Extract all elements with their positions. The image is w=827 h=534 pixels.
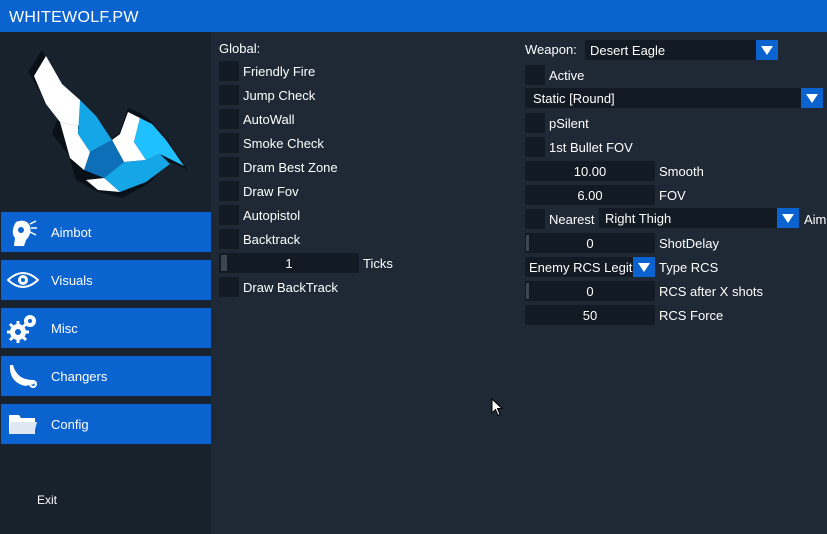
psilent-checkbox[interactable] [525, 113, 545, 133]
folder-icon [1, 404, 45, 444]
weapon-label: Weapon: [525, 42, 577, 57]
aimbot-head-icon [1, 212, 45, 252]
fov-value: 6.00 [577, 188, 603, 203]
sidebar-item-label: Misc [51, 320, 78, 336]
sidebar-item-label: Config [51, 416, 89, 432]
main-panel: Global: Friendly Fire Jump Check AutoWal… [211, 32, 827, 534]
autopistol-checkbox[interactable] [219, 205, 239, 225]
rcs-type-label: Type RCS [659, 260, 719, 275]
smoke-check-checkbox[interactable] [219, 133, 239, 153]
nearest-checkbox[interactable] [525, 209, 545, 229]
gears-icon [1, 308, 45, 348]
draw-fov-checkbox[interactable] [219, 181, 239, 201]
jump-check-label: Jump Check [243, 88, 316, 103]
friendly-fire-checkbox[interactable] [219, 61, 239, 81]
autopistol-label: Autopistol [243, 208, 301, 223]
sidebar-item-label: Changers [51, 368, 108, 384]
chevron-down-icon[interactable] [801, 88, 823, 108]
sidebar-item-label: Aimbot [51, 224, 92, 240]
exit-button[interactable]: Exit [37, 493, 57, 507]
fov-label: FOV [659, 188, 686, 203]
rcs-force-label: RCS Force [659, 308, 724, 323]
backtrack-checkbox[interactable] [219, 229, 239, 249]
smooth-value: 10.00 [573, 164, 607, 179]
hitbox-selected: Right Thigh [605, 211, 672, 226]
smoke-check-label: Smoke Check [243, 136, 324, 151]
global-heading: Global: [219, 41, 261, 56]
jump-check-checkbox[interactable] [219, 85, 239, 105]
draw-backtrack-checkbox[interactable] [219, 277, 239, 297]
sidebar: Aimbot Visuals Misc Changers Config Exit [0, 32, 211, 534]
rcs-after-shots-label: RCS after X shots [659, 284, 764, 299]
fov-slider[interactable]: 6.00 [525, 185, 655, 205]
ticks-label: Ticks [363, 256, 393, 271]
dram-best-zone-checkbox[interactable] [219, 157, 239, 177]
shot-delay-slider[interactable]: 0 [525, 233, 655, 253]
smooth-label: Smooth [659, 164, 704, 179]
hitbox-select[interactable]: Right Thigh [599, 208, 799, 228]
ticks-value: 1 [285, 256, 293, 271]
rcs-force-value: 50 [582, 308, 598, 323]
chevron-down-icon[interactable] [756, 40, 778, 60]
smooth-slider[interactable]: 10.00 [525, 161, 655, 181]
autowall-label: AutoWall [243, 112, 295, 127]
sidebar-item-config[interactable]: Config [1, 404, 211, 444]
aim-mode-selected: Static [Round] [533, 91, 615, 106]
sidebar-item-aimbot[interactable]: Aimbot [1, 212, 211, 252]
weapon-select[interactable]: Desert Eagle [585, 40, 778, 60]
friendly-fire-label: Friendly Fire [243, 64, 316, 79]
sidebar-item-label: Visuals [51, 272, 93, 288]
active-label: Active [549, 68, 585, 83]
draw-fov-label: Draw Fov [243, 184, 299, 199]
backtrack-label: Backtrack [243, 232, 301, 247]
hitbox-trailing-label: Aim [804, 212, 827, 227]
rcs-after-shots-slider[interactable]: 0 [525, 281, 655, 301]
sidebar-item-changers[interactable]: Changers [1, 356, 211, 396]
nearest-label: Nearest [549, 212, 595, 227]
mouse-cursor-icon [491, 397, 504, 420]
ticks-slider[interactable]: 1 [219, 253, 359, 273]
shot-delay-value: 0 [586, 236, 594, 251]
active-checkbox[interactable] [525, 65, 545, 85]
psilent-label: pSilent [549, 116, 589, 131]
draw-backtrack-label: Draw BackTrack [243, 280, 338, 295]
first-bullet-fov-label: 1st Bullet FOV [549, 140, 633, 155]
chevron-down-icon[interactable] [633, 257, 655, 277]
rcs-after-shots-value: 0 [586, 284, 594, 299]
rcs-type-selected: Enemy RCS Legit [529, 260, 633, 275]
sidebar-item-misc[interactable]: Misc [1, 308, 211, 348]
first-bullet-fov-checkbox[interactable] [525, 137, 545, 157]
weapon-selected: Desert Eagle [590, 43, 666, 58]
window-title: WHITEWOLF.PW [9, 9, 139, 26]
title-bar: WHITEWOLF.PW [0, 0, 827, 32]
wolf-logo-icon [20, 42, 200, 212]
dram-best-zone-label: Dram Best Zone [243, 160, 338, 175]
shot-delay-label: ShotDelay [659, 236, 719, 251]
knife-icon [1, 356, 45, 396]
eye-icon [1, 260, 45, 300]
rcs-force-slider[interactable]: 50 [525, 305, 655, 325]
rcs-type-select[interactable]: Enemy RCS Legit [525, 257, 655, 277]
chevron-down-icon[interactable] [777, 208, 799, 228]
sidebar-item-visuals[interactable]: Visuals [1, 260, 211, 300]
autowall-checkbox[interactable] [219, 109, 239, 129]
aim-mode-select[interactable]: Static [Round] [525, 88, 823, 108]
